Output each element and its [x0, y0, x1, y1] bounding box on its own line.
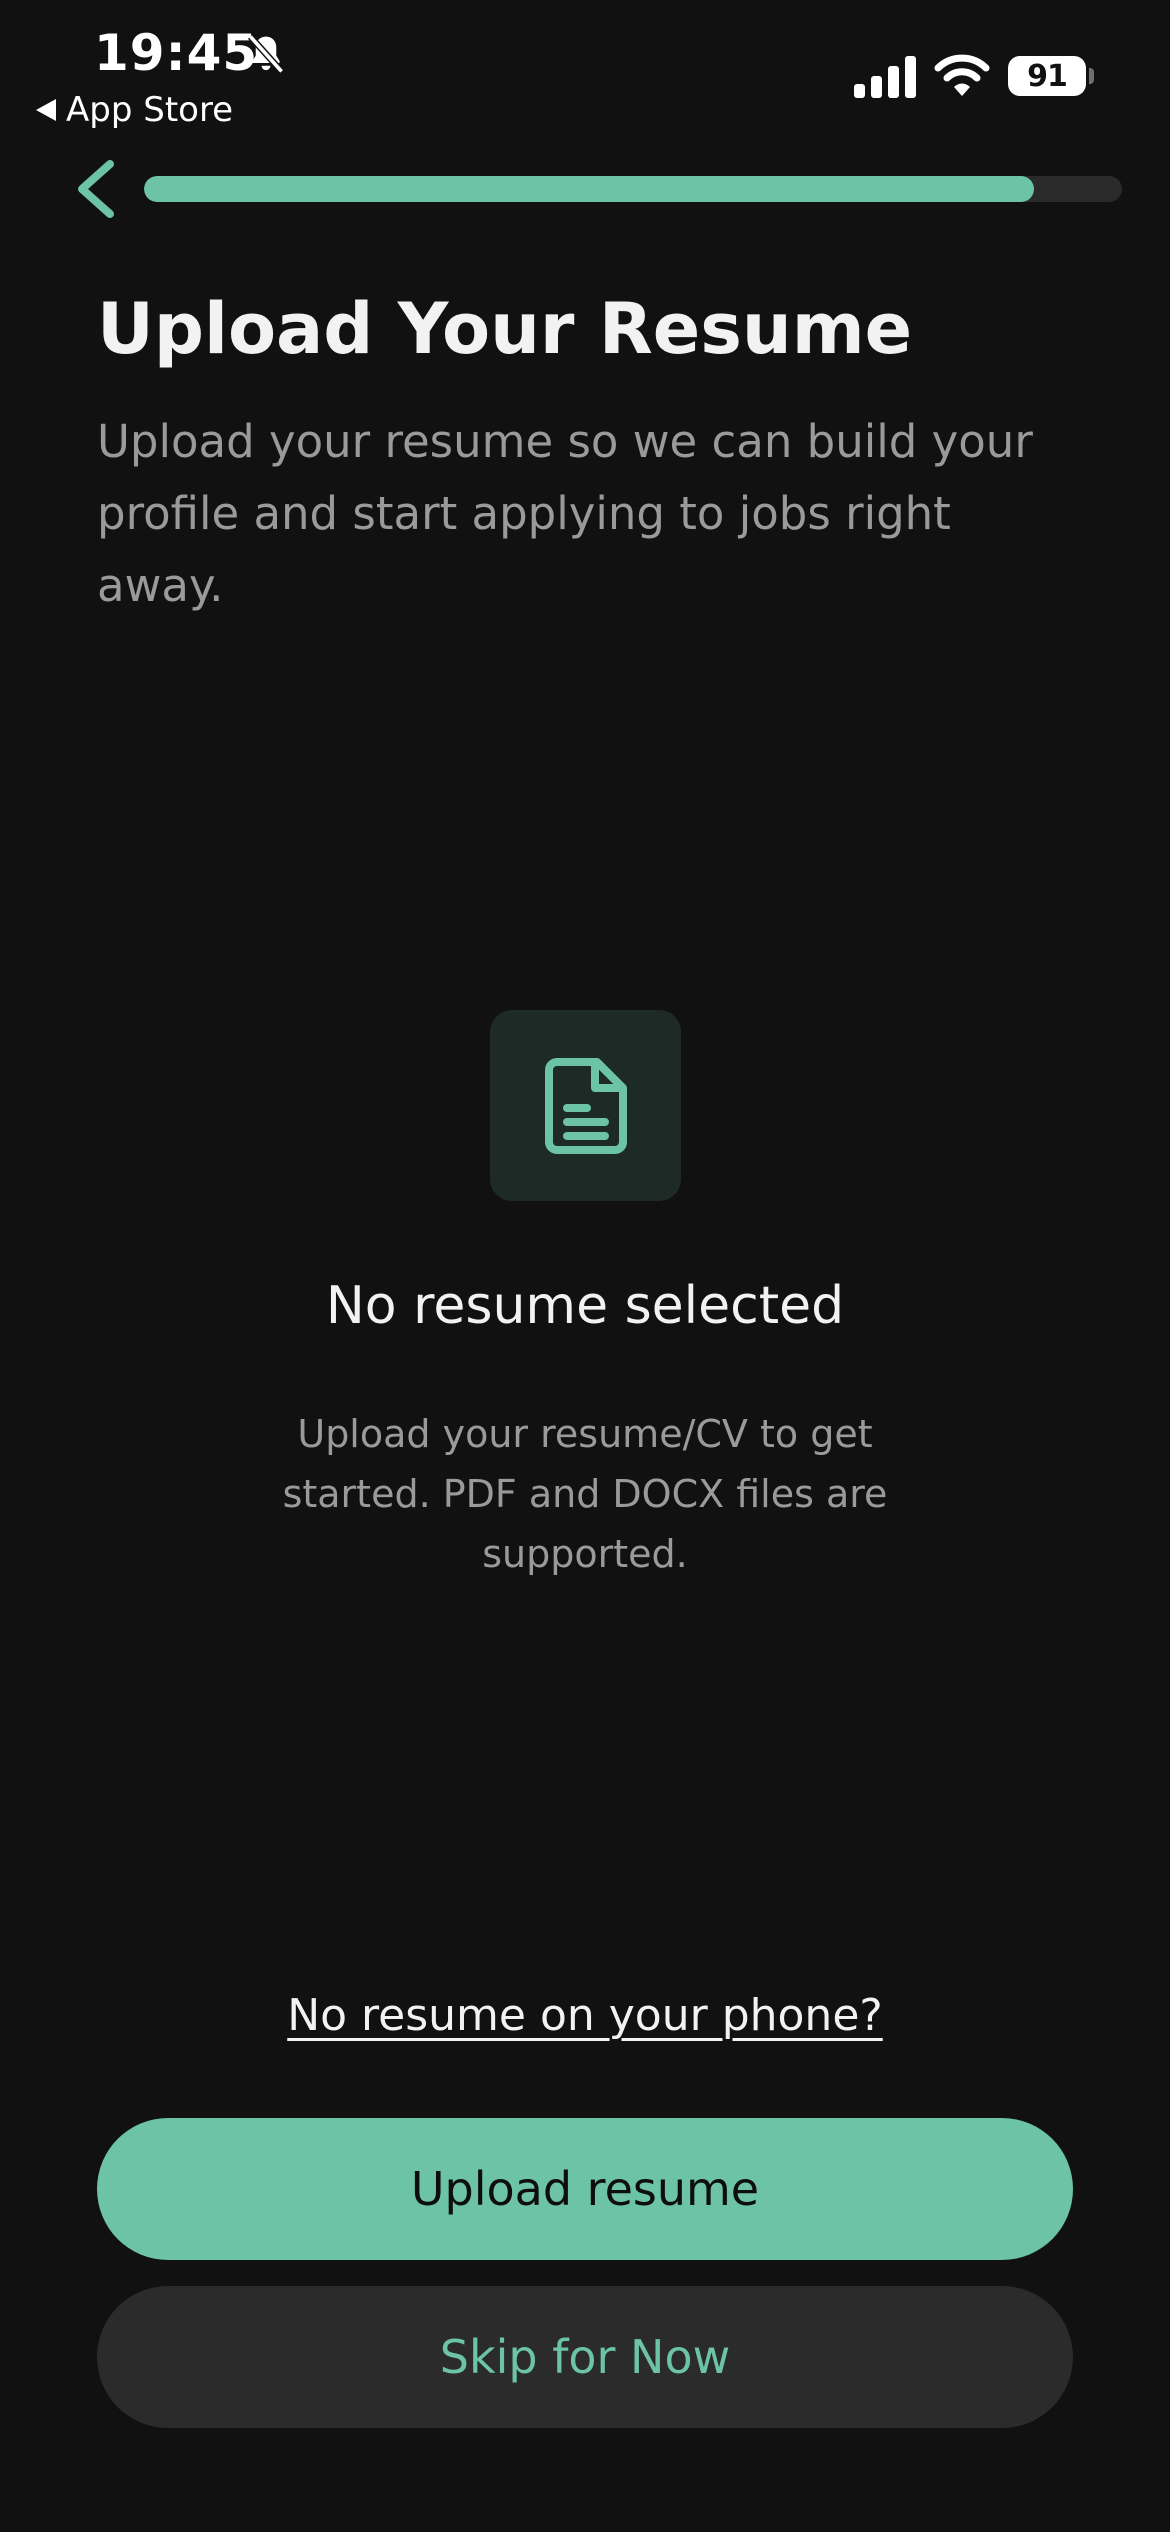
page-title: Upload Your Resume	[97, 288, 913, 370]
no-resume-on-phone-link[interactable]: No resume on your phone?	[287, 1990, 883, 2041]
back-to-app-label: App Store	[66, 90, 234, 130]
battery-nub	[1089, 68, 1094, 84]
back-triangle-icon	[36, 99, 56, 121]
progress-bar-fill	[144, 176, 1034, 202]
document-icon-tile	[490, 1010, 681, 1201]
cellular-signal-icon	[854, 56, 916, 98]
skip-for-now-button[interactable]: Skip for Now	[97, 2286, 1073, 2428]
wifi-icon	[934, 54, 990, 96]
back-to-app-store[interactable]: App Store	[36, 90, 233, 130]
upload-resume-button[interactable]: Upload resume	[97, 2118, 1073, 2260]
onboarding-progress-bar	[144, 176, 1122, 202]
empty-state-title: No resume selected	[325, 1276, 845, 1336]
status-bar: 19:45 App Store 91	[0, 0, 1170, 140]
document-icon	[544, 1057, 627, 1154]
bell-slash-icon	[247, 34, 285, 74]
back-chevron-icon[interactable]	[68, 158, 124, 220]
battery-level: 91	[1027, 58, 1068, 94]
no-resume-link-container: No resume on your phone?	[0, 1990, 1170, 2041]
page-subtitle: Upload your resume so we can build your …	[97, 415, 1033, 612]
empty-state-description: Upload your resume/CV to get started. PD…	[282, 1412, 888, 1576]
status-time: 19:45	[94, 24, 259, 82]
battery-indicator: 91	[1008, 56, 1086, 96]
